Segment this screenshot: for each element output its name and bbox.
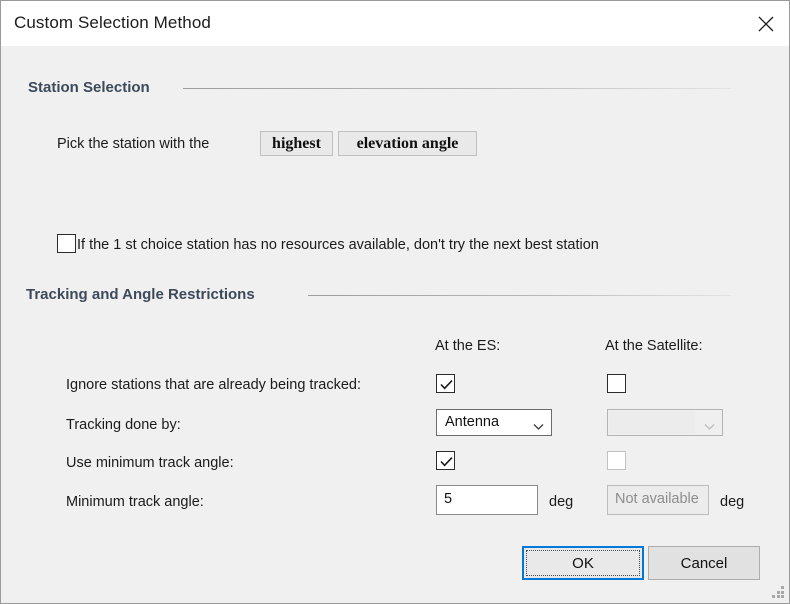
min-track-angle-satellite-input: Not available: [607, 485, 709, 515]
min-track-angle-es-unit: deg: [549, 494, 574, 510]
tracking-done-by-es-value: Antenna: [445, 414, 500, 430]
pick-station-label: Pick the station with the: [57, 136, 210, 152]
window-title: Custom Selection Method: [14, 13, 211, 32]
custom-selection-method-dialog: Custom Selection Method Station Selectio…: [0, 0, 790, 604]
no-retry-checkbox-label[interactable]: If the 1 st choice station has no resour…: [77, 237, 599, 253]
cancel-button[interactable]: Cancel: [648, 546, 760, 580]
row-label-min-track-angle: Minimum track angle:: [66, 494, 204, 510]
chevron-down-icon: [533, 418, 544, 436]
ok-button-label: OK: [572, 554, 594, 572]
criteria-chip-highest[interactable]: highest: [260, 131, 333, 156]
row-label-use-min-track-angle: Use minimum track angle:: [66, 455, 234, 471]
ignore-tracked-es-checkbox[interactable]: [436, 374, 455, 393]
close-button[interactable]: [743, 1, 789, 46]
use-min-track-angle-satellite-checkbox: [607, 451, 626, 470]
row-label-tracking-done-by: Tracking done by:: [66, 417, 181, 433]
column-header-at-the-es: At the ES:: [435, 338, 501, 354]
criteria-chip-elevation-angle[interactable]: elevation angle: [338, 131, 477, 156]
tracking-done-by-es-combobox[interactable]: Antenna: [436, 409, 552, 436]
min-track-angle-es-input[interactable]: 5: [436, 485, 538, 515]
column-header-at-the-satellite: At the Satellite:: [605, 338, 703, 354]
cancel-button-label: Cancel: [680, 554, 728, 572]
group-header-tracking-restrictions: Tracking and Angle Restrictions: [26, 286, 255, 303]
min-track-angle-satellite-unit: deg: [720, 494, 745, 510]
ignore-tracked-satellite-checkbox[interactable]: [607, 374, 626, 393]
no-retry-checkbox[interactable]: [57, 234, 76, 253]
dialog-body: Station Selection Pick the station with …: [1, 46, 789, 603]
use-min-track-angle-es-checkbox[interactable]: [436, 451, 455, 470]
min-track-angle-es-value: 5: [444, 491, 453, 507]
chevron-down-icon: [704, 418, 715, 436]
row-label-ignore-tracked: Ignore stations that are already being t…: [66, 377, 362, 393]
ok-button[interactable]: OK: [522, 546, 644, 580]
title-bar: Custom Selection Method: [1, 1, 789, 46]
group-rule-station-selection: [183, 88, 731, 89]
tracking-done-by-satellite-combobox: [607, 409, 723, 436]
resize-grip[interactable]: [772, 586, 785, 599]
close-icon: [755, 13, 777, 35]
combobox-disabled-field: [609, 411, 695, 434]
min-track-angle-satellite-value: Not available: [615, 491, 699, 507]
group-header-station-selection: Station Selection: [28, 79, 150, 96]
group-rule-tracking-restrictions: [308, 295, 731, 296]
